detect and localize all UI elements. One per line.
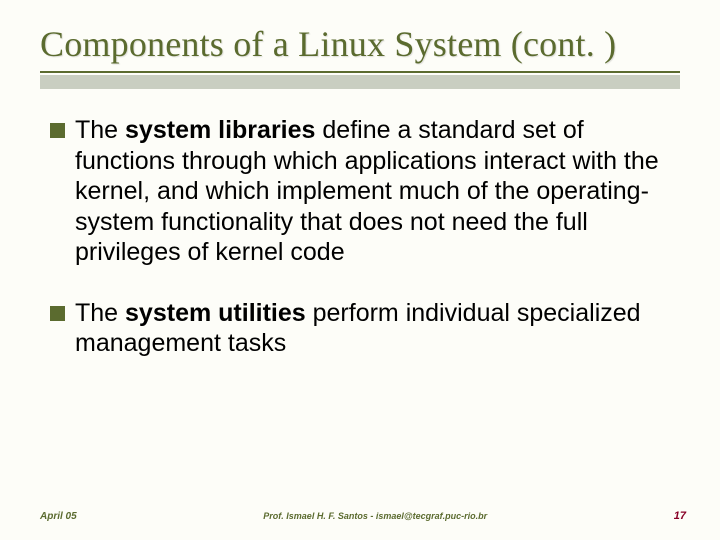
bullet-bold: system libraries bbox=[125, 116, 315, 144]
rule-line bbox=[40, 71, 680, 73]
bullet-text: The system utilities perform individual … bbox=[75, 298, 682, 359]
square-bullet-icon bbox=[50, 306, 65, 321]
footer-author: Prof. Ismael H. F. Santos - ismael@tecgr… bbox=[263, 511, 487, 521]
square-bullet-icon bbox=[50, 123, 65, 138]
slide-title: Components of a Linux System (cont. ) bbox=[40, 24, 692, 65]
bullet-lead: The bbox=[75, 116, 125, 144]
slide-footer: April 05 Prof. Ismael H. F. Santos - ism… bbox=[40, 510, 686, 522]
slide: Components of a Linux System (cont. ) Th… bbox=[0, 0, 720, 540]
bullet-bold: system utilities bbox=[125, 299, 306, 327]
footer-date: April 05 bbox=[40, 511, 77, 522]
bullet-text: The system libraries define a standard s… bbox=[75, 115, 682, 268]
rule-shadow bbox=[40, 75, 680, 89]
bullet-lead: The bbox=[75, 299, 125, 327]
title-underline bbox=[40, 71, 692, 89]
bullet-item: The system libraries define a standard s… bbox=[50, 115, 682, 268]
footer-page-number: 17 bbox=[674, 510, 686, 522]
slide-content: The system libraries define a standard s… bbox=[40, 115, 692, 359]
bullet-item: The system utilities perform individual … bbox=[50, 298, 682, 359]
